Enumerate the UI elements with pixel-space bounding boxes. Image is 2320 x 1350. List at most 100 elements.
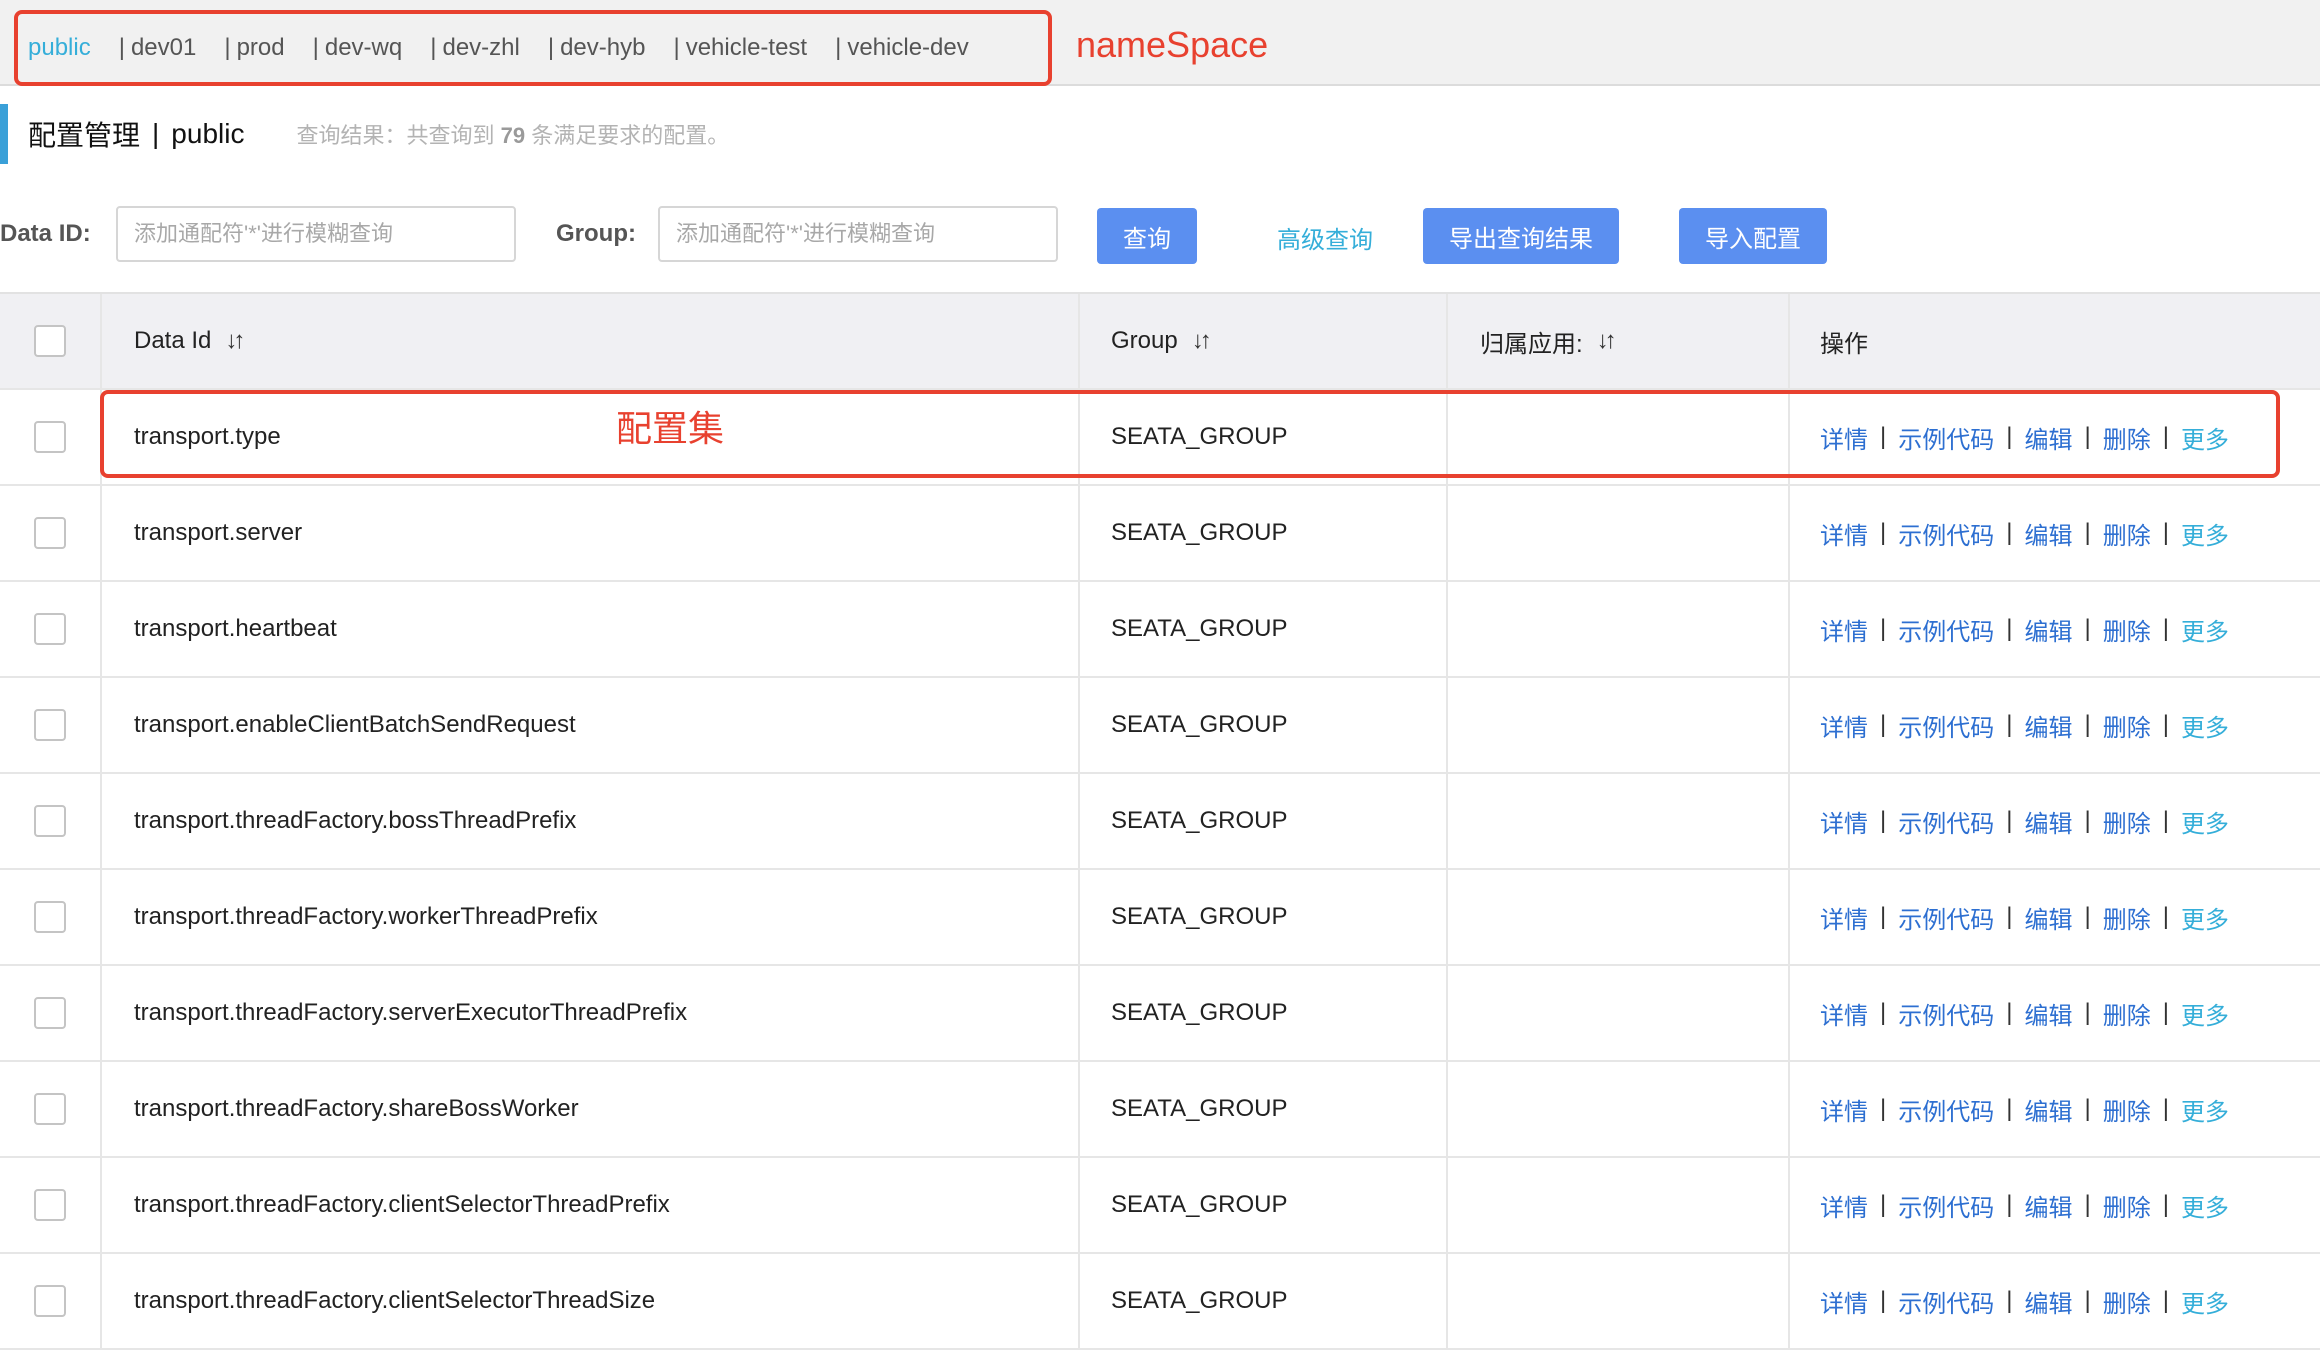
delete-link[interactable]: 删除	[2103, 516, 2151, 551]
more-link[interactable]: 更多	[2181, 1092, 2229, 1127]
row-checkbox[interactable]	[34, 421, 66, 453]
group-input[interactable]	[658, 206, 1058, 262]
more-link[interactable]: 更多	[2181, 612, 2229, 647]
delete-link[interactable]: 删除	[2103, 900, 2151, 935]
query-button[interactable]: 查询	[1097, 208, 1197, 264]
ops-separator: |	[1880, 711, 1887, 738]
sample-link[interactable]: 示例代码	[1898, 804, 1994, 839]
column-divider	[1446, 870, 1448, 964]
more-link[interactable]: 更多	[2181, 708, 2229, 743]
export-results-button[interactable]: 导出查询结果	[1423, 208, 1619, 264]
column-divider	[1788, 1062, 1790, 1156]
sort-icon[interactable]: ↓↑	[225, 327, 245, 355]
edit-link[interactable]: 编辑	[2024, 612, 2072, 647]
row-checkbox-cell	[34, 1062, 66, 1156]
header-group[interactable]: Group ↓↑	[1111, 294, 1212, 388]
row-ops: 详情 | 示例代码 | 编辑 | 删除 | 更多	[1820, 1158, 2229, 1252]
detail-link[interactable]: 详情	[1820, 1284, 1868, 1319]
edit-link[interactable]: 编辑	[2024, 804, 2072, 839]
edit-link[interactable]: 编辑	[2024, 516, 2072, 551]
table-row: transport.threadFactory.workerThreadPref…	[0, 870, 2320, 966]
delete-link[interactable]: 删除	[2103, 1284, 2151, 1319]
header-app[interactable]: 归属应用: ↓↑	[1480, 294, 1617, 388]
table-row: transport.threadFactory.serverExecutorTh…	[0, 966, 2320, 1062]
header-ops-label: 操作	[1820, 330, 1868, 358]
edit-link[interactable]: 编辑	[2024, 996, 2072, 1031]
edit-link[interactable]: 编辑	[2024, 1188, 2072, 1223]
delete-link[interactable]: 删除	[2103, 612, 2151, 647]
page-title: 配置管理	[28, 120, 141, 151]
sample-link[interactable]: 示例代码	[1898, 1188, 1994, 1223]
delete-link[interactable]: 删除	[2103, 1092, 2151, 1127]
row-ops: 详情 | 示例代码 | 编辑 | 删除 | 更多	[1820, 1062, 2229, 1156]
detail-link[interactable]: 详情	[1820, 612, 1868, 647]
table-row: transport.threadFactory.bossThreadPrefix…	[0, 774, 2320, 870]
select-all-checkbox[interactable]	[34, 325, 66, 357]
column-divider	[100, 582, 102, 676]
data-id-input[interactable]	[116, 206, 516, 262]
delete-link[interactable]: 删除	[2103, 996, 2151, 1031]
row-ops: 详情 | 示例代码 | 编辑 | 删除 | 更多	[1820, 966, 2229, 1060]
delete-link[interactable]: 删除	[2103, 804, 2151, 839]
detail-link[interactable]: 详情	[1820, 804, 1868, 839]
more-link[interactable]: 更多	[2181, 996, 2229, 1031]
row-checkbox[interactable]	[34, 613, 66, 645]
sample-link[interactable]: 示例代码	[1898, 996, 1994, 1031]
row-group: SEATA_GROUP	[1111, 615, 1288, 642]
ops-separator: |	[2006, 903, 2013, 930]
column-divider	[1788, 678, 1790, 772]
sort-icon[interactable]: ↓↑	[1192, 327, 1212, 355]
data-id-label: Data ID:	[0, 220, 91, 247]
detail-link[interactable]: 详情	[1820, 516, 1868, 551]
sample-link[interactable]: 示例代码	[1898, 900, 1994, 935]
detail-link[interactable]: 详情	[1820, 900, 1868, 935]
row-checkbox[interactable]	[34, 997, 66, 1029]
ops-separator: |	[2084, 1287, 2091, 1314]
delete-link[interactable]: 删除	[2103, 708, 2151, 743]
row-checkbox[interactable]	[34, 1285, 66, 1317]
table-row: transport.heartbeat SEATA_GROUP 详情 | 示例代码 |…	[0, 582, 2320, 678]
row-checkbox-cell	[34, 1158, 66, 1252]
row-checkbox[interactable]	[34, 805, 66, 837]
detail-link[interactable]: 详情	[1820, 708, 1868, 743]
column-divider	[1446, 1254, 1448, 1348]
row-checkbox[interactable]	[34, 1093, 66, 1125]
row-checkbox[interactable]	[34, 517, 66, 549]
detail-link[interactable]: 详情	[1820, 996, 1868, 1031]
row-data-id: transport.threadFactory.clientSelectorTh…	[134, 1287, 656, 1314]
ops-separator: |	[1880, 1095, 1887, 1122]
ops-separator: |	[2162, 807, 2169, 834]
column-divider	[100, 870, 102, 964]
ops-separator: |	[2084, 999, 2091, 1026]
row-ops: 详情 | 示例代码 | 编辑 | 删除 | 更多	[1820, 486, 2229, 580]
table-body: transport.type SEATA_GROUP 详情 | 示例代码 | 编辑 | 删除…	[0, 390, 2320, 1350]
ops-separator: |	[1880, 1287, 1887, 1314]
column-divider	[1788, 870, 1790, 964]
delete-link[interactable]: 删除	[2103, 1188, 2151, 1223]
header-data-id[interactable]: Data Id ↓↑	[134, 294, 245, 388]
advanced-query-link[interactable]: 高级查询	[1277, 220, 1373, 255]
edit-link[interactable]: 编辑	[2024, 708, 2072, 743]
sample-link[interactable]: 示例代码	[1898, 1092, 1994, 1127]
row-group: SEATA_GROUP	[1111, 519, 1288, 546]
sample-link[interactable]: 示例代码	[1898, 612, 1994, 647]
row-checkbox[interactable]	[34, 901, 66, 933]
edit-link[interactable]: 编辑	[2024, 900, 2072, 935]
sample-link[interactable]: 示例代码	[1898, 1284, 1994, 1319]
sample-link[interactable]: 示例代码	[1898, 516, 1994, 551]
row-checkbox[interactable]	[34, 1189, 66, 1221]
import-config-button[interactable]: 导入配置	[1679, 208, 1827, 264]
more-link[interactable]: 更多	[2181, 900, 2229, 935]
more-link[interactable]: 更多	[2181, 1284, 2229, 1319]
detail-link[interactable]: 详情	[1820, 1092, 1868, 1127]
more-link[interactable]: 更多	[2181, 516, 2229, 551]
detail-link[interactable]: 详情	[1820, 1188, 1868, 1223]
row-checkbox[interactable]	[34, 709, 66, 741]
more-link[interactable]: 更多	[2181, 1188, 2229, 1223]
sort-icon[interactable]: ↓↑	[1597, 327, 1617, 355]
more-link[interactable]: 更多	[2181, 804, 2229, 839]
sample-link[interactable]: 示例代码	[1898, 708, 1994, 743]
edit-link[interactable]: 编辑	[2024, 1284, 2072, 1319]
edit-link[interactable]: 编辑	[2024, 1092, 2072, 1127]
ops-separator: |	[1880, 1191, 1887, 1218]
